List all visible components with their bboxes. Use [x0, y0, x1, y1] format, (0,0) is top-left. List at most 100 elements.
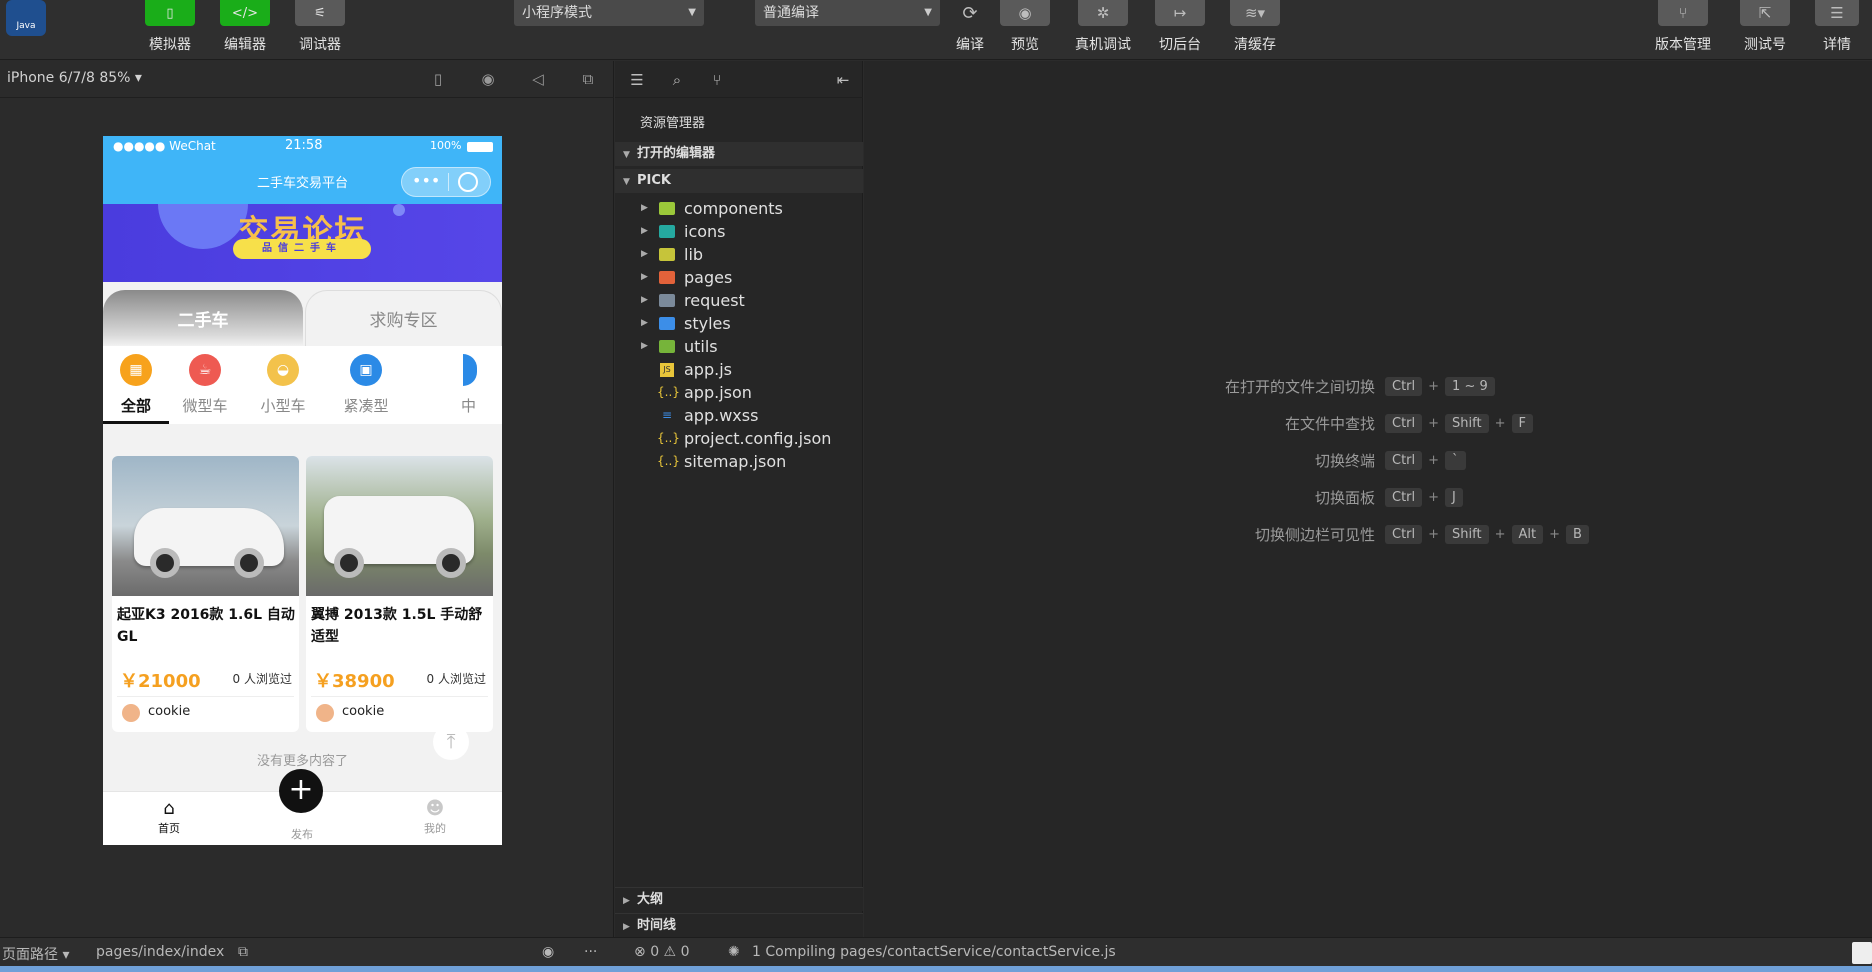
mode-select[interactable]: 小程序模式 ▼	[514, 0, 704, 26]
layers-icon: ≋▾	[1230, 0, 1280, 26]
key-cap: 1 ~ 9	[1445, 376, 1495, 396]
file-item[interactable]: {..} project.config.json	[615, 427, 863, 450]
item-name: app.js	[684, 360, 732, 379]
banner-image[interactable]: 交易论坛 品信二手车	[103, 204, 502, 282]
background-button[interactable]: ↦ 切后台	[1155, 0, 1205, 54]
version-button[interactable]: ⑂ 版本管理	[1655, 0, 1711, 54]
preview-button[interactable]: ◉ 预览	[1000, 0, 1050, 54]
folder-item[interactable]: ▶ lib	[615, 243, 863, 266]
chevron-down-icon: ▼	[623, 177, 630, 187]
test-button[interactable]: ⇱ 测试号	[1740, 0, 1790, 54]
category-small[interactable]: ◒ 小型车	[248, 354, 318, 416]
remote-debug-button[interactable]: ✲ 真机调试	[1075, 0, 1131, 54]
category-all[interactable]: ▦ 全部	[103, 354, 171, 416]
bowl-icon: ◒	[267, 354, 299, 386]
seller-name: cookie	[342, 704, 385, 719]
plus-separator: +	[1428, 452, 1440, 468]
file-item[interactable]: {..} app.json	[615, 381, 863, 404]
category-compact[interactable]: ▣ 紧凑型	[331, 354, 401, 416]
debugger-button[interactable]: ⚟ 调试器	[295, 0, 345, 54]
file-item[interactable]: ≡ app.wxss	[615, 404, 863, 427]
publish-button[interactable]: +	[279, 769, 323, 813]
wheel-shape	[334, 548, 364, 578]
folder-item[interactable]: ▶ request	[615, 289, 863, 312]
source-control-icon[interactable]: ⑂	[707, 70, 727, 90]
volume-icon[interactable]: ◁	[528, 69, 548, 89]
folder-item[interactable]: ▶ components	[615, 197, 863, 220]
wheel-shape	[234, 548, 264, 578]
folder-item[interactable]: ▶ pages	[615, 266, 863, 289]
problems-indicator[interactable]: ⊗ 0 ⚠ 0	[634, 944, 689, 960]
branch-icon: ⑂	[1658, 0, 1708, 26]
compile-status: 1 Compiling pages/contactService/contact…	[752, 944, 1116, 960]
shortcut-label: 切换侧边栏可见性	[1254, 526, 1375, 544]
list-icon[interactable]: ☰	[627, 70, 647, 90]
tabbar-publish[interactable]: 发布	[262, 826, 342, 842]
phone-icon[interactable]: ▯	[428, 69, 448, 89]
css-file-icon: ≡	[661, 408, 673, 422]
clear-cache-button[interactable]: ≋▾ 清缓存	[1230, 0, 1280, 54]
debugger-label: 调试器	[299, 37, 341, 53]
key-cap: Shift	[1445, 413, 1489, 433]
timeline-section[interactable]: ▶ 时间线	[615, 913, 863, 937]
tab-purchase-requests[interactable]: 求购专区	[305, 290, 502, 346]
eye-icon: ◉	[1000, 0, 1050, 26]
tab-bar: 二手车 求购专区	[103, 290, 502, 346]
cup-icon: ☕	[189, 354, 221, 386]
collapse-sidebar-icon[interactable]: ⇤	[833, 70, 853, 90]
category-label: 全部	[120, 397, 151, 415]
compile-select[interactable]: 普通编译 ▼	[755, 0, 940, 26]
tab-used-cars[interactable]: 二手车	[103, 290, 303, 346]
shortcut-keys: Ctrl + J	[1385, 484, 1463, 510]
folder-item[interactable]: ▶ icons	[615, 220, 863, 243]
details-button[interactable]: ☰ 详情	[1815, 0, 1859, 54]
page-path-select[interactable]: 页面路径 ▾	[2, 944, 69, 964]
car-card[interactable]: 起亚K3 2016款 1.6L 自动GL ￥21000 0 人浏览过 cooki…	[112, 456, 299, 732]
battery-icon	[467, 142, 493, 152]
car-card[interactable]: 翼搏 2013款 1.5L 手动舒适型 ￥38900 0 人浏览过 cookie	[306, 456, 493, 732]
item-name: request	[684, 291, 745, 310]
wheel-shape	[436, 548, 466, 578]
category-label: 中	[461, 397, 477, 415]
shortcut-row: 在打开的文件之间切换 Ctrl +1 ~ 9	[864, 373, 1872, 399]
plus-separator: +	[1494, 526, 1506, 542]
external-link-icon: ⇱	[1740, 0, 1790, 26]
category-mini[interactable]: ☕ 微型车	[170, 354, 240, 416]
category-bar: ▦ 全部 ☕ 微型车 ◒ 小型车 ▣ 紧凑型 中	[103, 346, 502, 424]
test-label: 测试号	[1744, 37, 1786, 53]
more-icon[interactable]: ···	[584, 944, 597, 960]
editor-button[interactable]: </> 编辑器	[220, 0, 270, 54]
file-item[interactable]: {..} sitemap.json	[615, 450, 863, 473]
category-label: 小型车	[260, 397, 306, 415]
item-name: project.config.json	[684, 429, 832, 448]
open-editors-section[interactable]: ▼ 打开的编辑器	[615, 142, 863, 166]
simulator-button[interactable]: ▯ 模拟器	[145, 0, 195, 54]
project-section[interactable]: ▼ PICK	[615, 169, 863, 193]
folder-item[interactable]: ▶ styles	[615, 312, 863, 335]
eye-icon[interactable]: ◉	[542, 944, 554, 960]
tabbar-mine[interactable]: ☻ 我的	[395, 798, 475, 836]
multi-window-icon[interactable]: ⧉	[578, 69, 598, 89]
tabbar-label: 首页	[158, 822, 180, 835]
code-icon: </>	[220, 0, 270, 26]
search-icon[interactable]: ⌕	[667, 70, 687, 90]
more-icon[interactable]: •••	[412, 171, 440, 190]
bug-icon: ✲	[1078, 0, 1128, 26]
compile-button[interactable]: ⟳ 编译	[950, 0, 990, 54]
tabbar-home[interactable]: ⌂ 首页	[129, 798, 209, 836]
carrier-text: ●●●●● WeChat	[113, 139, 216, 153]
car-photo	[306, 456, 493, 596]
folder-item[interactable]: ▶ utils	[615, 335, 863, 358]
file-item[interactable]: JS app.js	[615, 358, 863, 381]
outline-section[interactable]: ▶ 大纲	[615, 887, 863, 911]
category-medium[interactable]: 中	[461, 354, 502, 416]
logo-text: Java	[16, 21, 36, 31]
copy-icon[interactable]: ⧉	[238, 944, 248, 960]
capsule-menu[interactable]: •••	[401, 167, 491, 197]
notification-icon[interactable]	[1852, 942, 1872, 964]
record-icon[interactable]: ◉	[478, 69, 498, 89]
js-file-icon: JS	[660, 363, 674, 377]
close-mini-program-icon[interactable]	[458, 172, 478, 192]
device-select[interactable]: iPhone 6/7/8 85% ▾	[7, 70, 142, 86]
chevron-right-icon: ▶	[623, 922, 630, 932]
